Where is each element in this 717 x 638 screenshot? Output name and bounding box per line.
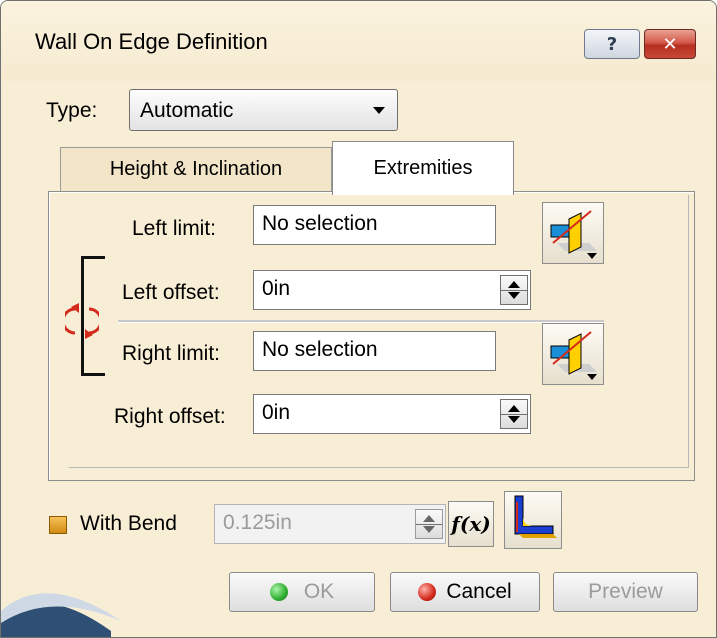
tab-label: Extremities: [373, 157, 473, 179]
with-bend-checkbox[interactable]: [49, 516, 67, 534]
left-offset-spinner[interactable]: [500, 275, 528, 305]
help-icon: ?: [606, 33, 618, 55]
formula-icon: f(x): [451, 512, 491, 536]
right-offset-label: Right offset:: [114, 405, 226, 428]
spin-up-icon: [508, 405, 520, 412]
limit-plane-icon: [550, 210, 597, 259]
tab-extremities[interactable]: Extremities: [332, 141, 514, 195]
close-icon: ✕: [662, 33, 678, 55]
swap-extremities-button[interactable]: [61, 301, 103, 341]
ok-icon: [269, 583, 288, 601]
cancel-icon: [418, 583, 437, 601]
cancel-label: Cancel: [446, 580, 512, 603]
right-limit-label: Right limit:: [122, 342, 221, 365]
spin-down-icon: [423, 526, 435, 533]
spin-down-icon: [508, 292, 520, 299]
left-limit-select-button[interactable]: [542, 202, 604, 264]
with-bend-label: With Bend: [80, 512, 177, 535]
bend-icon: [514, 495, 557, 538]
divider: [118, 320, 604, 323]
left-offset-value: 0in: [262, 277, 291, 300]
ok-button[interactable]: OK: [229, 572, 375, 612]
limit-plane-icon: [550, 331, 597, 380]
help-button[interactable]: ?: [584, 29, 640, 59]
preview-label: Preview: [588, 580, 663, 603]
right-offset-value: 0in: [262, 401, 291, 424]
type-dropdown-value: Automatic: [140, 99, 234, 122]
right-offset-field[interactable]: 0in: [253, 394, 531, 434]
cancel-button[interactable]: Cancel: [390, 572, 540, 612]
type-label: Type:: [46, 99, 98, 122]
left-offset-label: Left offset:: [122, 281, 220, 304]
chevron-down-icon: [373, 107, 385, 114]
right-limit-value: No selection: [262, 338, 378, 361]
close-button[interactable]: ✕: [644, 29, 696, 59]
dialog-title: Wall On Edge Definition: [35, 29, 268, 54]
decorative-swoosh: [1, 593, 121, 637]
spin-up-icon: [508, 281, 520, 288]
right-limit-field[interactable]: No selection: [253, 331, 496, 371]
tab-label: Height & Inclination: [109, 158, 283, 180]
right-offset-spinner[interactable]: [500, 399, 528, 429]
bend-radius-spinner[interactable]: [415, 509, 443, 539]
left-offset-field[interactable]: 0in: [253, 270, 531, 310]
title-bar: Wall On Edge Definition ? ✕: [1, 1, 716, 81]
spin-down-icon: [508, 416, 520, 423]
spin-up-icon: [423, 515, 435, 522]
bend-parameters-button[interactable]: [504, 491, 562, 549]
swap-arrows-icon: [61, 303, 103, 339]
left-limit-value: No selection: [262, 212, 378, 235]
type-dropdown[interactable]: Automatic: [129, 89, 398, 131]
right-limit-select-button[interactable]: [542, 323, 604, 385]
ok-label: OK: [303, 580, 335, 603]
dialog-window: Wall On Edge Definition ? ✕ Type: Automa…: [0, 0, 717, 638]
formula-button[interactable]: f(x): [448, 501, 494, 547]
tab-height-inclination[interactable]: Height & Inclination: [60, 147, 332, 191]
bend-radius-field[interactable]: 0.125in: [214, 504, 446, 544]
bend-radius-value: 0.125in: [223, 511, 292, 534]
left-limit-label: Left limit:: [132, 217, 217, 240]
left-limit-field[interactable]: No selection: [253, 205, 496, 245]
preview-button[interactable]: Preview: [553, 572, 698, 612]
